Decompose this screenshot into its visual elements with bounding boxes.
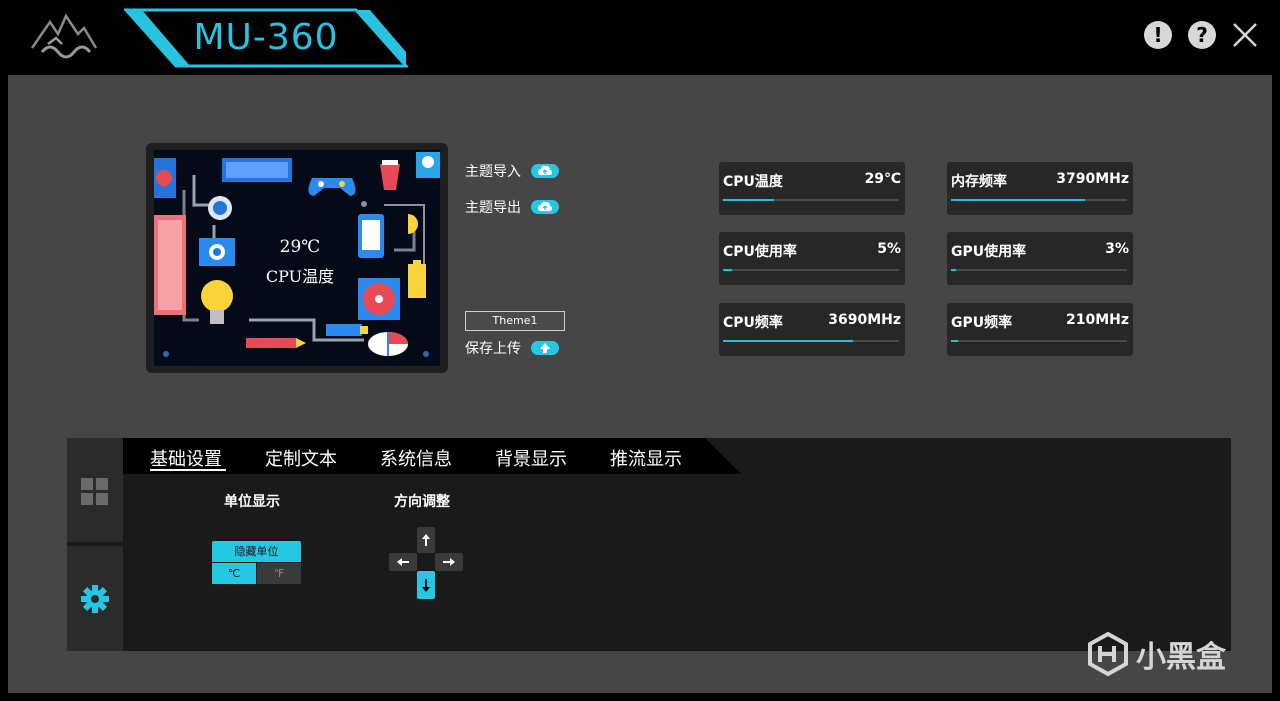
stat-value: 3690MHz: [828, 312, 901, 328]
stat-bar-fill: [723, 199, 775, 201]
preview-value-text: 29℃: [279, 237, 321, 257]
arrow-up-icon: [422, 534, 430, 546]
stat-label: CPU频率: [723, 315, 783, 331]
direction-down-button[interactable]: [417, 571, 435, 599]
upload-arrow-icon: [531, 341, 559, 355]
theme-export-button[interactable]: 主题导出: [465, 197, 559, 217]
stat-bar-fill: [951, 340, 959, 342]
stat-value: 3790MHz: [1056, 171, 1129, 187]
stat-bar-fill: [951, 199, 1085, 201]
stat-card-memory-freq[interactable]: 内存频率 3790MHz: [947, 162, 1133, 215]
tab-custom-text[interactable]: 定制文本: [265, 445, 337, 471]
help-button[interactable]: ?: [1188, 21, 1216, 49]
theme-preview-screen[interactable]: [154, 150, 440, 366]
watermark: 小黑盒: [1088, 632, 1226, 676]
sidebar-item-layout[interactable]: [67, 438, 123, 542]
hide-unit-button[interactable]: 隐藏单位: [212, 541, 301, 562]
grid-icon: [81, 478, 108, 505]
stat-label: CPU温度: [723, 174, 783, 190]
heybox-logo-icon: [1088, 632, 1128, 676]
stat-bar: [951, 269, 1127, 271]
watermark-text: 小黑盒: [1136, 640, 1226, 675]
stat-label: GPU使用率: [951, 244, 1027, 260]
mountain-logo-icon: [30, 13, 98, 59]
stat-bar: [723, 340, 899, 342]
stat-bar: [723, 269, 899, 271]
stat-bar: [951, 199, 1127, 201]
theme-export-label: 主题导出: [465, 200, 521, 216]
theme-name-field[interactable]: Theme1: [465, 311, 565, 331]
celsius-button[interactable]: ℃: [212, 563, 256, 584]
help-icon: ?: [1196, 23, 1208, 47]
theme-import-button[interactable]: 主题导入: [465, 161, 559, 181]
app-title: MU-360: [193, 17, 339, 58]
sidebar-item-settings[interactable]: [67, 546, 123, 651]
stat-value: 5%: [877, 241, 901, 257]
active-tab-indicator: [150, 469, 226, 471]
info-icon: !: [1153, 23, 1163, 47]
close-icon[interactable]: [1230, 20, 1260, 50]
tab-basic-settings[interactable]: 基础设置: [150, 445, 222, 471]
stat-card-cpu-temp[interactable]: CPU温度 29℃: [719, 162, 905, 215]
stat-card-cpu-usage[interactable]: CPU使用率 5%: [719, 232, 905, 285]
stat-bar: [951, 340, 1127, 342]
title-bar: MU-360 ! ?: [0, 0, 1280, 75]
stat-card-gpu-usage[interactable]: GPU使用率 3%: [947, 232, 1133, 285]
direction-right-button[interactable]: [435, 553, 463, 571]
arrow-down-icon: [422, 579, 430, 592]
stat-label: 内存频率: [951, 174, 1007, 190]
arrow-left-icon: [397, 558, 409, 566]
direction-up-button[interactable]: [417, 527, 435, 553]
stat-value: 3%: [1105, 241, 1129, 257]
stat-bar-fill: [723, 340, 854, 342]
fahrenheit-button[interactable]: ℉: [257, 563, 301, 584]
cloud-import-icon: [531, 164, 559, 178]
tab-background-display[interactable]: 背景显示: [495, 445, 567, 471]
preview-label-text: CPU温度: [265, 267, 335, 286]
stat-bar-fill: [951, 269, 957, 271]
save-upload-label: 保存上传: [465, 341, 521, 357]
direction-left-button[interactable]: [389, 553, 417, 571]
stat-bar-fill: [723, 269, 732, 271]
stat-card-cpu-freq[interactable]: CPU频率 3690MHz: [719, 303, 905, 356]
stat-label: CPU使用率: [723, 244, 797, 260]
stat-bar: [723, 199, 899, 201]
theme-import-label: 主题导入: [465, 164, 521, 180]
unit-display-title: 单位显示: [224, 494, 280, 510]
stat-value: 210MHz: [1065, 312, 1129, 328]
tab-system-info[interactable]: 系统信息: [380, 445, 452, 471]
stat-value: 29℃: [864, 171, 901, 187]
info-button[interactable]: !: [1144, 21, 1172, 49]
gear-icon: [81, 585, 109, 613]
cloud-export-icon: [531, 200, 559, 214]
tab-stream-display[interactable]: 推流显示: [610, 445, 682, 471]
save-upload-button[interactable]: 保存上传: [465, 338, 559, 358]
direction-title: 方向调整: [394, 494, 450, 510]
arrow-right-icon: [443, 558, 455, 566]
stat-card-gpu-freq[interactable]: GPU频率 210MHz: [947, 303, 1133, 356]
stat-label: GPU频率: [951, 315, 1013, 331]
